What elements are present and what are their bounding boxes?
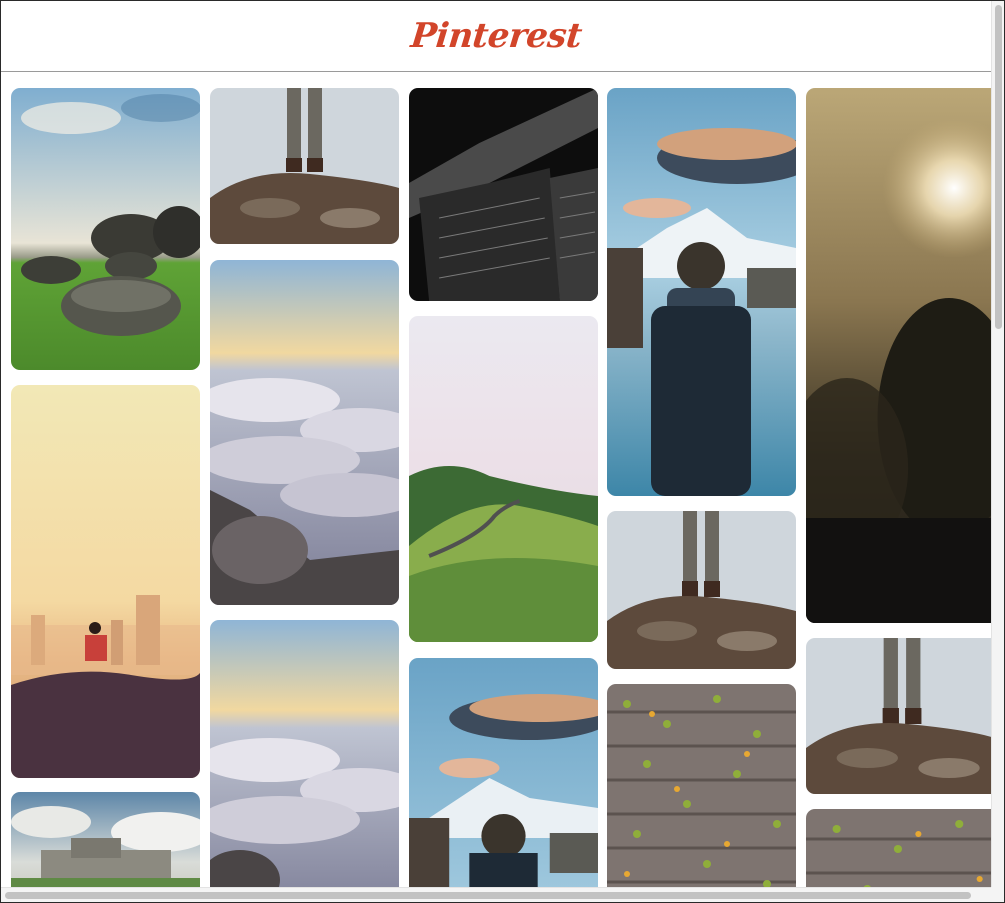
pin-man-lake-1[interactable]	[607, 88, 796, 496]
pin-wood-leaves-2[interactable]	[806, 809, 991, 887]
man-lake-image	[409, 658, 598, 887]
pin-clouds-1[interactable]	[210, 260, 399, 605]
pin-hiker-legs-3[interactable]	[806, 638, 991, 794]
clouds-image	[210, 620, 399, 887]
pin-masonry-feed	[1, 72, 991, 887]
pinterest-logo[interactable]: Pinterest	[409, 16, 584, 56]
hiker-legs-image	[210, 88, 399, 244]
vertical-scrollbar-thumb[interactable]	[995, 5, 1002, 329]
site-header: Pinterest	[1, 1, 991, 72]
wood-leaves-image	[806, 809, 991, 887]
chateau-image	[11, 792, 200, 887]
hiker-legs-image	[806, 638, 991, 794]
horizontal-scrollbar[interactable]	[1, 887, 991, 902]
scrollbar-corner	[991, 887, 1004, 902]
man-lake-image	[607, 88, 796, 496]
pin-boulders-meadow[interactable]	[11, 88, 200, 370]
pin-chateau[interactable]	[11, 792, 200, 887]
hiker-legs-image	[607, 511, 796, 669]
wood-leaves-image	[607, 684, 796, 887]
boulders-meadow-image	[11, 88, 200, 370]
clouds-image	[210, 260, 399, 605]
pin-runner-sunrise[interactable]	[11, 385, 200, 778]
horizontal-scrollbar-thumb[interactable]	[5, 892, 971, 899]
architecture-image	[409, 88, 598, 301]
pin-clouds-2[interactable]	[210, 620, 399, 887]
pin-misty-sunrise[interactable]	[806, 88, 991, 623]
misty-sunrise-image	[806, 88, 991, 623]
pin-architecture[interactable]	[409, 88, 598, 301]
browser-window: Pinterest	[0, 0, 1005, 903]
pin-hiker-legs-2[interactable]	[607, 511, 796, 669]
vertical-scrollbar[interactable]	[991, 1, 1004, 887]
pin-hills-road[interactable]	[409, 316, 598, 642]
pin-hiker-legs[interactable]	[210, 88, 399, 244]
hills-road-image	[409, 316, 598, 642]
pin-man-lake-2[interactable]	[409, 658, 598, 887]
pin-wood-leaves[interactable]	[607, 684, 796, 887]
runner-sunrise-image	[11, 385, 200, 778]
